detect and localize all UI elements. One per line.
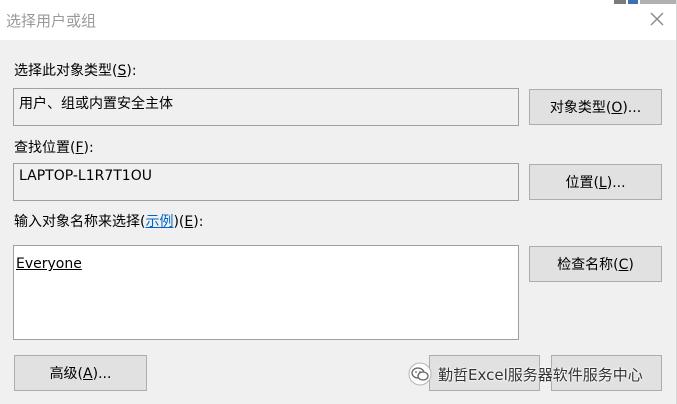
title-bar: 选择用户或组: [0, 0, 676, 40]
top-edge-strip: [614, 0, 676, 4]
object-types-button[interactable]: 对象类型(O)...: [529, 89, 662, 125]
advanced-button[interactable]: 高级(A)...: [14, 355, 147, 391]
location-field: LAPTOP-L1R7T1OU: [13, 163, 519, 201]
wechat-icon: [408, 362, 432, 386]
object-type-field: 用户、组或内置安全主体: [13, 88, 519, 126]
examples-link[interactable]: 示例: [145, 214, 173, 230]
object-type-value: 用户、组或内置安全主体: [19, 96, 173, 112]
location-label: 查找位置(F):: [14, 140, 94, 156]
watermark-text: 勤哲Excel服务器软件服务中心: [438, 365, 643, 384]
object-names-input[interactable]: Everyone: [13, 245, 519, 340]
locations-button[interactable]: 位置(L)...: [529, 164, 662, 200]
object-names-label: 输入对象名称来选择(示例)(E):: [14, 214, 204, 230]
select-users-groups-dialog: 选择用户或组 选择此对象类型(S): 用户、组或内置安全主体 对象类型(O)..…: [0, 0, 677, 404]
location-value: LAPTOP-L1R7T1OU: [19, 168, 152, 184]
check-names-button[interactable]: 检查名称(C): [529, 246, 662, 282]
watermark: 勤哲Excel服务器软件服务中心: [408, 362, 643, 386]
object-name-entry[interactable]: Everyone: [16, 256, 82, 272]
window-title: 选择用户或组: [6, 12, 97, 30]
object-type-label: 选择此对象类型(S):: [14, 63, 137, 79]
close-icon[interactable]: [648, 10, 666, 28]
